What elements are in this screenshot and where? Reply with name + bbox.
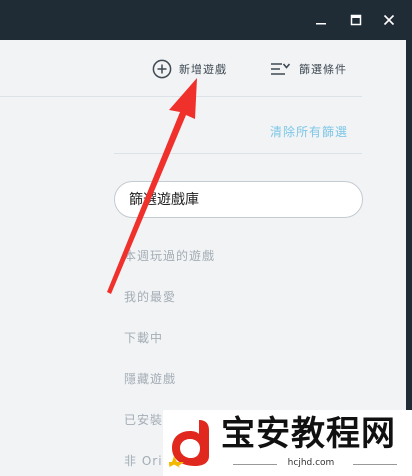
close-icon (383, 14, 395, 26)
filter-options-label: 篩選條件 (299, 63, 347, 76)
minimize-icon (316, 23, 326, 25)
filter-lines-icon (271, 63, 291, 75)
window-titlebar (0, 0, 412, 40)
close-button[interactable] (381, 12, 397, 28)
annotation-arrow-icon (107, 78, 197, 294)
clear-all-filters-link[interactable]: 清除所有篩選 (270, 123, 348, 140)
filter-item-downloading[interactable]: 下載中 (124, 328, 215, 369)
watermark-brand-text: 宝安教程网 (221, 414, 396, 454)
maximize-icon (350, 14, 362, 26)
maximize-button[interactable] (348, 12, 364, 28)
watermark-url-text: hcjhd.com (287, 458, 335, 468)
watermark-logo-icon (169, 420, 209, 468)
filter-options-button[interactable]: 篩選條件 (270, 58, 347, 80)
filter-item-hidden-games[interactable]: 隱藏遊戲 (124, 369, 215, 410)
site-watermark: 宝安教程网 hcjhd.com (163, 410, 412, 476)
minimize-button[interactable] (313, 12, 329, 28)
